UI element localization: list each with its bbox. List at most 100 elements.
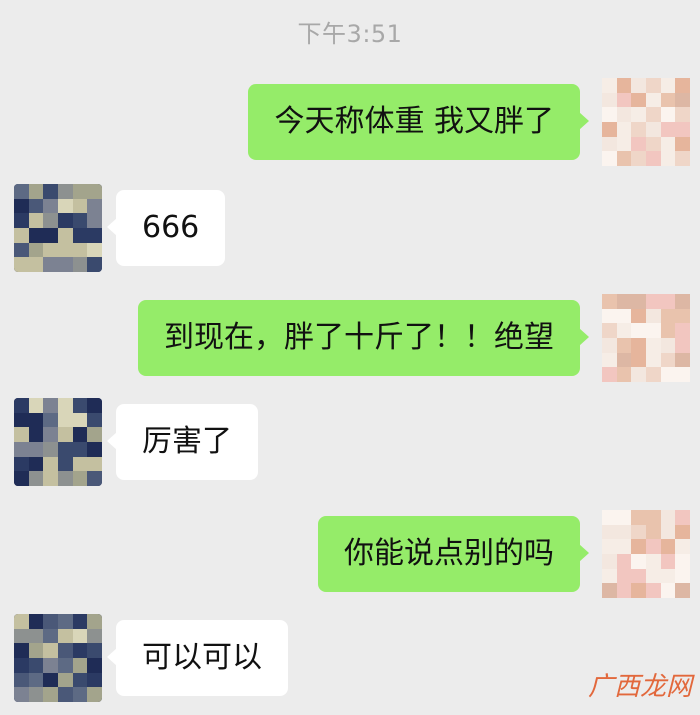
- avatar-mosaic-cell: [58, 687, 73, 702]
- avatar-mosaic-cell: [602, 338, 617, 353]
- avatar-mosaic-cell: [72, 427, 88, 442]
- avatar-mosaic-cell: [87, 242, 102, 258]
- avatar-mosaic-cell: [72, 643, 88, 658]
- avatar-mosaic-cell: [28, 427, 44, 442]
- avatar-mosaic-cell: [660, 539, 676, 554]
- avatar-mosaic-cell: [43, 213, 58, 228]
- avatar-mosaic-cell: [58, 614, 73, 629]
- avatar-mosaic-cell: [72, 412, 88, 428]
- avatar-mosaic-cell: [602, 554, 617, 569]
- avatar-mosaic-cell: [646, 554, 661, 569]
- avatar-mosaic-cell: [616, 554, 632, 569]
- avatar-mosaic-cell: [660, 323, 676, 338]
- avatar-mosaic-cell: [43, 184, 58, 199]
- avatar-mosaic-cell: [87, 456, 102, 472]
- avatar-mosaic-cell: [660, 151, 676, 166]
- avatar-mosaic-cell: [72, 442, 88, 457]
- avatar-mosaic-cell: [58, 412, 73, 428]
- self-avatar-icon[interactable]: [602, 294, 690, 382]
- avatar-mosaic-cell: [631, 323, 646, 338]
- contact-avatar-icon[interactable]: [14, 398, 102, 486]
- avatar-mosaic-cell: [660, 122, 676, 137]
- message-bubble-received[interactable]: 可以可以: [107, 620, 288, 696]
- avatar-mosaic-cell: [43, 471, 58, 486]
- avatar-mosaic-cell: [87, 398, 102, 413]
- avatar-mosaic-cell: [675, 510, 690, 525]
- avatar-mosaic-cell: [14, 471, 29, 486]
- avatar-mosaic-cell: [43, 198, 58, 214]
- avatar-mosaic-cell: [72, 456, 88, 472]
- contact-avatar-icon[interactable]: [14, 184, 102, 272]
- avatar-mosaic-cell: [660, 510, 676, 525]
- avatar-mosaic-cell: [28, 184, 44, 199]
- avatar-mosaic-cell: [616, 107, 632, 122]
- avatar-mosaic-cell: [87, 184, 102, 199]
- avatar-mosaic-cell: [660, 92, 676, 108]
- avatar-mosaic-cell: [58, 213, 73, 228]
- avatar-mosaic-cell: [616, 122, 632, 137]
- avatar-mosaic-cell: [660, 352, 676, 368]
- avatar-mosaic-cell: [660, 136, 676, 152]
- avatar-mosaic-cell: [631, 122, 646, 137]
- avatar-mosaic-cell: [660, 568, 676, 584]
- avatar-mosaic-cell: [72, 471, 88, 486]
- avatar-mosaic-cell: [87, 213, 102, 228]
- avatar-mosaic-cell: [14, 257, 29, 272]
- avatar-mosaic-cell: [675, 352, 690, 368]
- avatar-mosaic-cell: [58, 672, 73, 688]
- avatar-mosaic-cell: [602, 151, 617, 166]
- message-bubble-sent[interactable]: 今天称体重 我又胖了: [248, 84, 589, 160]
- avatar-mosaic-cell: [616, 367, 632, 382]
- message-bubble-received[interactable]: 666: [106, 190, 226, 266]
- avatar-mosaic-cell: [43, 614, 58, 629]
- avatar-mosaic-cell: [602, 352, 617, 368]
- avatar-mosaic-cell: [72, 198, 88, 214]
- avatar-mosaic-cell: [602, 78, 617, 93]
- avatar-mosaic-cell: [602, 294, 617, 309]
- avatar-mosaic-cell: [646, 524, 661, 540]
- avatar-mosaic-cell: [14, 658, 29, 673]
- avatar-mosaic-cell: [646, 568, 661, 584]
- avatar-mosaic-cell: [28, 412, 44, 428]
- contact-avatar-icon[interactable]: [14, 614, 102, 702]
- avatar-mosaic-cell: [602, 510, 617, 525]
- avatar-mosaic-cell: [675, 524, 690, 540]
- avatar-mosaic-cell: [602, 323, 617, 338]
- avatar-mosaic-cell: [616, 151, 632, 166]
- avatar-mosaic-cell: [660, 107, 676, 122]
- message-bubble-received[interactable]: 厉害了: [107, 404, 258, 480]
- avatar-mosaic-cell: [616, 568, 632, 584]
- avatar-mosaic-cell: [58, 257, 73, 272]
- avatar-mosaic-cell: [14, 614, 29, 629]
- avatar-mosaic-cell: [616, 583, 632, 598]
- avatar-mosaic-cell: [675, 539, 690, 554]
- avatar-mosaic-cell: [675, 78, 690, 93]
- chat-message-row: 666: [0, 184, 700, 280]
- message-bubble-sent[interactable]: 你能说点别的吗: [318, 516, 589, 592]
- avatar-mosaic-cell: [72, 687, 88, 702]
- avatar-mosaic-cell: [72, 658, 88, 673]
- avatar-mosaic-cell: [646, 107, 661, 122]
- avatar-mosaic-cell: [72, 398, 88, 413]
- avatar-mosaic-cell: [28, 672, 44, 688]
- avatar-mosaic-cell: [28, 614, 44, 629]
- self-avatar-icon[interactable]: [602, 78, 690, 166]
- message-bubble-sent[interactable]: 到现在，胖了十斤了！！绝望: [138, 300, 589, 376]
- avatar-mosaic-cell: [616, 92, 632, 108]
- site-watermark: 广西龙网: [587, 672, 692, 702]
- avatar-mosaic-cell: [660, 554, 676, 569]
- avatar-mosaic-cell: [602, 122, 617, 137]
- avatar-mosaic-cell: [631, 568, 646, 584]
- avatar-mosaic-cell: [646, 78, 661, 93]
- avatar-mosaic-cell: [43, 427, 58, 442]
- avatar-mosaic-cell: [675, 92, 690, 108]
- avatar-mosaic-cell: [631, 136, 646, 152]
- avatar-mosaic-cell: [43, 442, 58, 457]
- avatar-mosaic-cell: [87, 412, 102, 428]
- avatar-mosaic-cell: [87, 643, 102, 658]
- avatar-mosaic-cell: [58, 228, 73, 243]
- avatar-mosaic-cell: [631, 554, 646, 569]
- avatar-mosaic-cell: [646, 367, 661, 382]
- self-avatar-icon[interactable]: [602, 510, 690, 598]
- avatar-mosaic-cell: [14, 643, 29, 658]
